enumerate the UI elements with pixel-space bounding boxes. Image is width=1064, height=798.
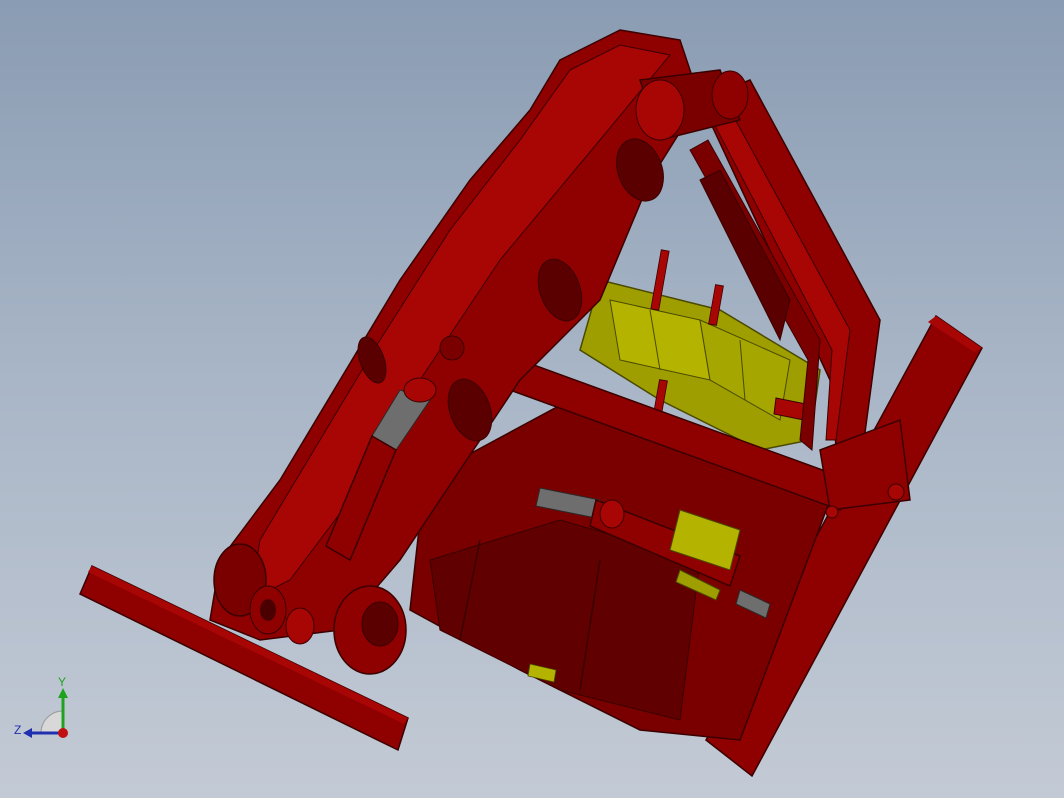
orientation-triad: Y Z	[10, 675, 80, 746]
triad-y-arrow	[58, 688, 68, 698]
triad-y-label: Y	[58, 676, 66, 689]
cad-model[interactable]	[0, 0, 1064, 798]
graphics-viewport[interactable]: Y Z	[0, 0, 1064, 798]
triad-z-arrow	[23, 728, 32, 738]
triad-z-label: Z	[14, 723, 21, 737]
triad-x-axis	[58, 728, 68, 738]
